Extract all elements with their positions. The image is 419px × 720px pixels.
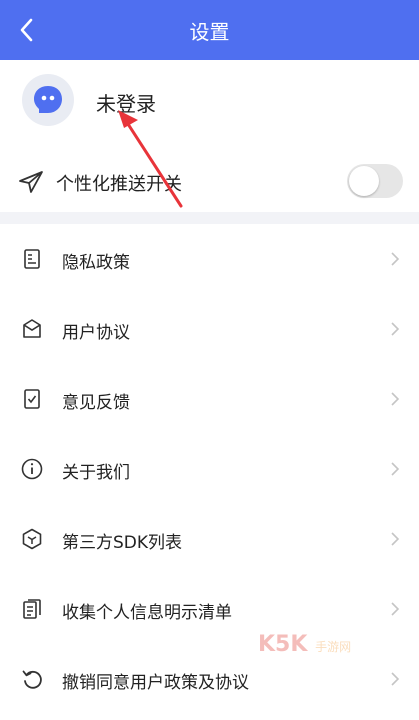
avatar[interactable]: [22, 74, 74, 126]
privacy-doc-icon: [24, 249, 40, 269]
hexagon-icon: [22, 528, 42, 550]
chevron-right-icon: [391, 532, 400, 546]
watermark-brand: K5K: [258, 632, 308, 657]
chevron-right-icon: [391, 602, 400, 616]
push-setting-row: 个性化推送开关: [0, 150, 419, 212]
menu-item-label: 关于我们: [62, 463, 130, 483]
menu-item-user-agreement[interactable]: 用户协议: [0, 294, 419, 364]
menu-item-label: 收集个人信息明示清单: [62, 603, 232, 623]
toggle-knob: [349, 166, 379, 196]
info-icon: [21, 458, 43, 480]
menu-item-feedback[interactable]: 意见反馈: [0, 364, 419, 434]
push-toggle[interactable]: [347, 164, 403, 198]
login-status[interactable]: 未登录: [96, 88, 156, 117]
feedback-icon: [24, 389, 40, 409]
user-card: 未登录 个性化推送开关: [0, 60, 419, 212]
chevron-right-icon: [391, 252, 400, 266]
watermark-logo: K5K 手游网: [258, 632, 351, 657]
menu-item-revoke-consent[interactable]: 撤销同意用户政策及协议: [0, 644, 419, 714]
menu-item-label: 第三方SDK列表: [62, 533, 183, 553]
revoke-icon: [22, 670, 42, 689]
menu-item-sdk-list[interactable]: 第三方SDK列表: [0, 504, 419, 574]
chevron-right-icon: [391, 462, 400, 476]
chevron-right-icon: [391, 392, 400, 406]
chevron-right-icon: [391, 672, 400, 686]
menu-item-label: 意见反馈: [62, 393, 130, 413]
chevron-right-icon: [391, 322, 400, 336]
watermark-tagline: 手游网: [315, 640, 352, 654]
paper-plane-icon: [19, 171, 43, 193]
list-doc-icon: [23, 599, 41, 619]
page-title: 设置: [189, 19, 230, 44]
settings-menu: 隐私政策 用户协议 意见反馈 关于我们 第三方SDK列表 收集个人信息明示清单 …: [0, 224, 419, 720]
menu-item-label: 隐私政策: [62, 253, 130, 273]
menu-item-about-us[interactable]: 关于我们: [0, 434, 419, 504]
robot-avatar-icon: [34, 86, 62, 113]
menu-item-label: 用户协议: [62, 323, 130, 343]
push-setting-label: 个性化推送开关: [56, 174, 182, 195]
agreement-icon: [23, 319, 41, 338]
menu-item-privacy-policy[interactable]: 隐私政策: [0, 224, 419, 294]
top-bar: 设置: [0, 0, 419, 60]
menu-item-personal-info-list[interactable]: 收集个人信息明示清单: [0, 574, 419, 644]
menu-item-label: 撤销同意用户政策及协议: [62, 673, 249, 693]
